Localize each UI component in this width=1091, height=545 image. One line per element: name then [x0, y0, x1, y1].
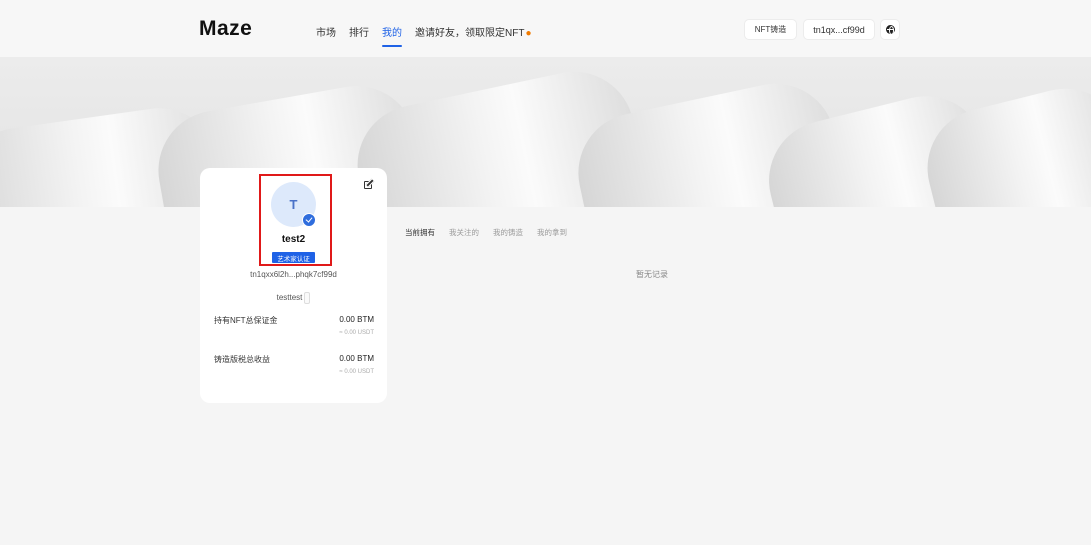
profile-banner — [0, 58, 1091, 207]
edit-icon[interactable] — [364, 181, 372, 189]
tab-minted[interactable]: 我的铸造 — [493, 227, 523, 238]
content-tabs: 当前拥有 我关注的 我的铸造 我的拿到 — [405, 227, 567, 238]
nft-mint-button[interactable]: NFT铸造 — [745, 20, 796, 39]
tab-acquired[interactable]: 我的拿到 — [537, 227, 567, 238]
stat-value-margin: 0.00 BTM — [339, 315, 374, 324]
stat-label-royalty: 铸造版税总收益 — [214, 355, 270, 364]
tab-following[interactable]: 我关注的 — [449, 227, 479, 238]
bio: testtest — [200, 292, 387, 304]
globe-icon — [885, 25, 895, 35]
main-nav: 市场 排行 我的 邀请好友，领取限定NFT● — [316, 24, 532, 47]
wallet-address-button[interactable]: tn1qx...cf99d — [804, 20, 874, 39]
nav-item-ranking[interactable]: 排行 — [349, 24, 369, 39]
top-navbar: Maze 市场 排行 我的 邀请好友，领取限定NFT● NFT铸造 tn1qx.… — [0, 0, 1091, 58]
tab-owned[interactable]: 当前拥有 — [405, 227, 435, 238]
empty-state-text: 暂无记录 — [636, 270, 668, 279]
stat-value-royalty: 0.00 BTM — [339, 354, 374, 363]
highlight-box — [259, 174, 332, 266]
nav-item-invite-wrapper[interactable]: 邀请好友，领取限定NFT● — [415, 24, 532, 39]
profile-card: T test2 艺术家认证 tn1qxx6l2h...phqk7cf99d te… — [200, 168, 387, 403]
nav-item-mine[interactable]: 我的 — [382, 24, 402, 47]
wallet-address[interactable]: tn1qxx6l2h...phqk7cf99d — [200, 270, 387, 279]
language-button[interactable] — [881, 20, 899, 39]
stat-label-margin: 持有NFT总保证金 — [214, 316, 278, 325]
nav-item-market[interactable]: 市场 — [316, 24, 336, 39]
nav-item-invite[interactable]: 邀请好友，领取限定NFT — [415, 28, 524, 39]
bio-scrollbar[interactable] — [304, 292, 311, 304]
stat-sub-margin: ≈ 0.00 USDT — [339, 330, 374, 336]
bio-text: testtest — [276, 293, 303, 303]
stat-sub-royalty: ≈ 0.00 USDT — [339, 369, 374, 375]
maze-logo[interactable]: Maze — [199, 17, 252, 41]
banner-shape — [914, 76, 1091, 207]
fire-icon: ● — [525, 28, 532, 39]
